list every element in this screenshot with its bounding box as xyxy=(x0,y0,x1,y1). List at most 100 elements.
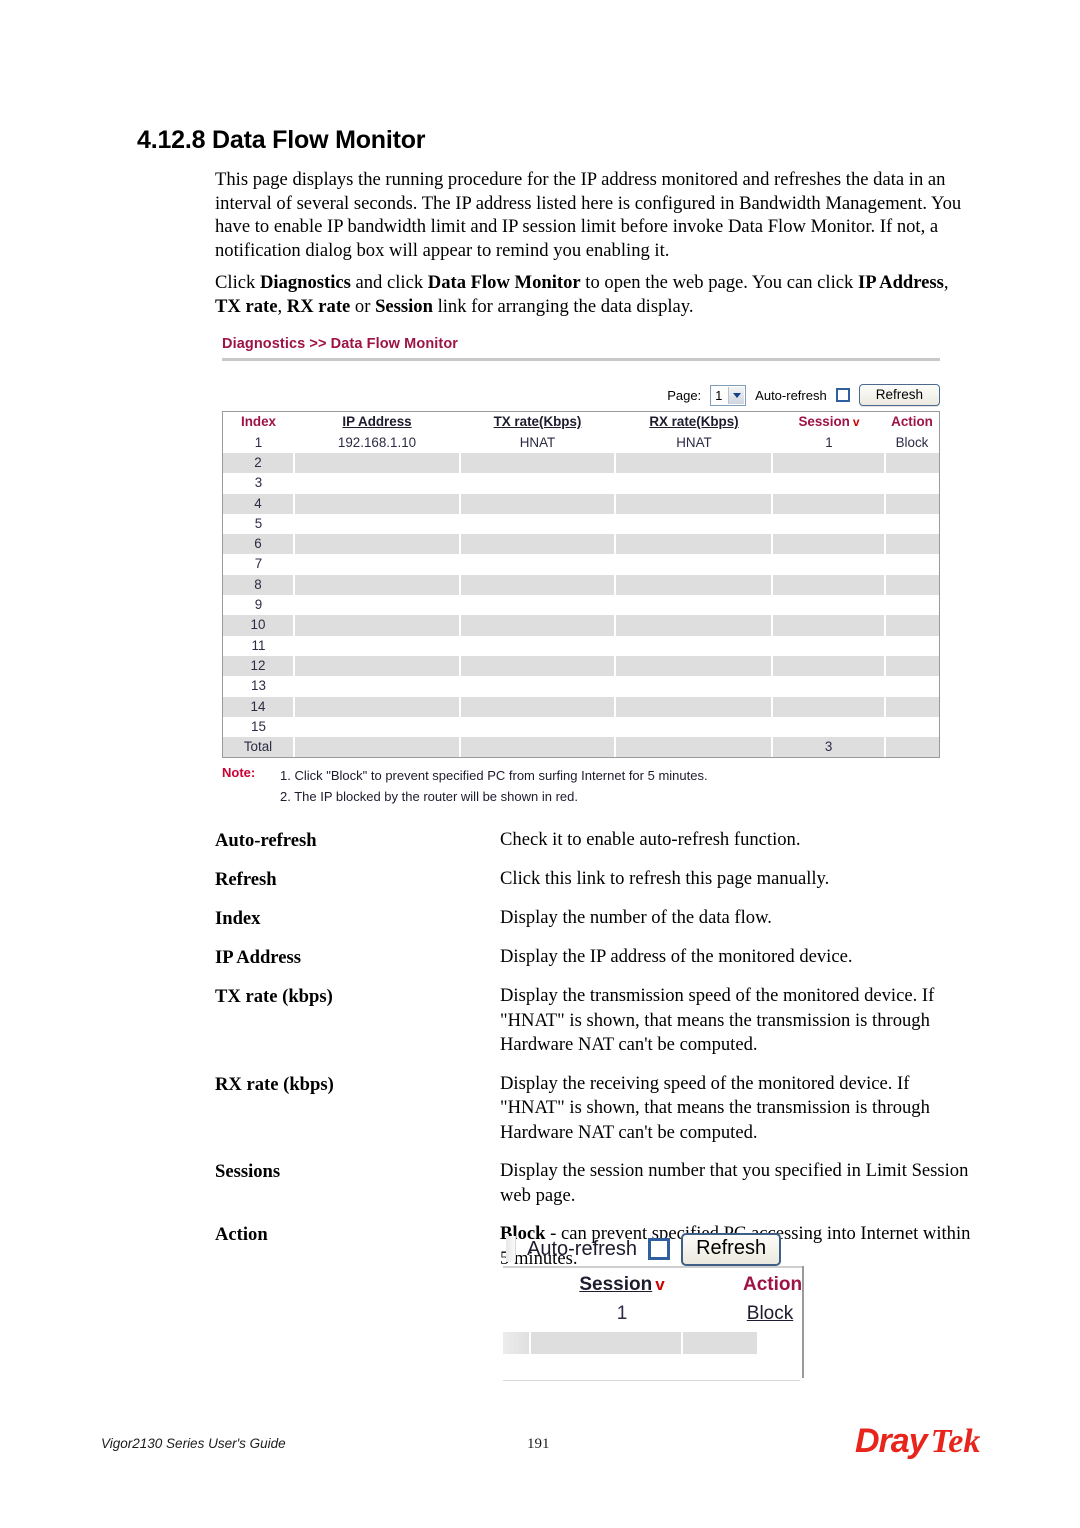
inset-auto-refresh-checkbox[interactable] xyxy=(648,1238,671,1260)
cell-action xyxy=(885,453,940,474)
total-rx xyxy=(615,737,772,758)
inset-col-header-action: Action xyxy=(743,1274,803,1295)
cell-index: 11 xyxy=(251,637,266,653)
inset-spacer xyxy=(503,1270,563,1300)
cell-index: 6 xyxy=(223,534,294,555)
cell-action xyxy=(885,534,940,555)
page-select[interactable]: 1 xyxy=(710,384,747,406)
cell-tx xyxy=(460,655,614,677)
cell-ip xyxy=(294,636,460,656)
definition-term: Index xyxy=(215,908,261,929)
cell-tx xyxy=(460,636,615,656)
cell-tx xyxy=(460,473,615,493)
cell-action xyxy=(885,655,940,677)
cell-rx xyxy=(615,473,773,493)
cell-ip xyxy=(294,676,460,696)
inset-page-select-edge xyxy=(506,1236,516,1262)
cell-rx xyxy=(615,554,773,574)
chevron-down-icon xyxy=(728,386,745,404)
table-header-row: Index IP Address TX rate(Kbps) RX rate(K… xyxy=(223,412,939,433)
cell-ip xyxy=(295,696,459,717)
cell-action xyxy=(885,493,940,514)
inset-refresh-button[interactable]: Refresh xyxy=(681,1232,782,1266)
cell-session xyxy=(773,574,884,596)
cell-index: 7 xyxy=(254,556,263,572)
inset-action-cell[interactable]: Block xyxy=(743,1300,797,1328)
inset-band-session xyxy=(531,1332,681,1354)
table-row: 14 xyxy=(223,696,940,717)
cell-index: 14 xyxy=(223,696,294,717)
definition-row: RX rate (kbps) Display the receiving spe… xyxy=(215,1072,975,1146)
cell-rx xyxy=(615,717,773,737)
instruction-paragraph: Click Diagnostics and click Data Flow Mo… xyxy=(215,272,949,317)
cell-tx xyxy=(460,493,614,514)
table-row: 8 xyxy=(223,574,940,596)
col-header-tx-rate[interactable]: TX rate(Kbps) xyxy=(460,412,615,433)
cell-action xyxy=(885,514,939,534)
cell-action[interactable]: Block xyxy=(885,433,939,453)
inset-col-header-session[interactable]: Session v xyxy=(563,1270,681,1300)
inset-right-border xyxy=(802,1266,804,1378)
cell-session xyxy=(773,717,885,737)
refresh-button[interactable]: Refresh xyxy=(858,384,940,406)
definition-row: Refresh Click this link to refresh this … xyxy=(215,867,975,892)
table-row: 1 192.168.1.10 HNAT HNAT 1 Block xyxy=(223,433,939,453)
cell-action xyxy=(885,615,940,636)
definition-description: Display the session number that you spec… xyxy=(500,1160,969,1206)
col-header-action: Action xyxy=(891,414,933,429)
zoomed-inset: Auto-refresh Refresh Session v Action 1 B… xyxy=(503,1232,804,1381)
inset-toolbar: Auto-refresh Refresh xyxy=(503,1232,803,1266)
definition-row: IP Address Display the IP address of the… xyxy=(215,945,975,970)
logo-tek: Tek xyxy=(930,1423,981,1460)
data-flow-table: Index IP Address TX rate(Kbps) RX rate(K… xyxy=(222,411,940,759)
definition-row: Sessions Display the session number that… xyxy=(215,1159,975,1208)
cell-action xyxy=(885,554,939,574)
table-row: 5 xyxy=(223,514,939,534)
intro-paragraph: This page displays the running procedure… xyxy=(215,169,962,261)
table-row: 2 xyxy=(223,453,940,474)
table-row: 6 xyxy=(223,534,940,555)
draytek-logo: Dray Tek xyxy=(855,1422,980,1461)
cell-rx xyxy=(615,615,772,636)
cell-session xyxy=(773,595,885,615)
inset-spacer-3 xyxy=(503,1300,563,1328)
block-link[interactable]: Block xyxy=(896,435,929,450)
col-header-session[interactable]: Session v xyxy=(773,412,885,433)
cell-tx xyxy=(460,534,614,555)
definition-description: Display the transmission speed of the mo… xyxy=(500,985,935,1055)
table-row: 13 xyxy=(223,676,939,696)
cell-ip xyxy=(295,615,459,636)
table-row: 4 xyxy=(223,493,940,514)
definition-description: Check it to enable auto-refresh function… xyxy=(500,829,801,850)
cell-index: 9 xyxy=(254,597,263,613)
definition-term: Auto-refresh xyxy=(215,830,317,851)
definition-description: Click this link to refresh this page man… xyxy=(500,868,830,889)
total-tx xyxy=(460,737,614,758)
sort-desc-icon: v xyxy=(852,415,860,429)
cell-rx xyxy=(615,574,772,596)
auto-refresh-checkbox[interactable] xyxy=(835,388,850,402)
cell-index: 2 xyxy=(223,453,294,474)
cell-ip xyxy=(294,595,460,615)
cell-action xyxy=(885,676,939,696)
page-select-value: 1 xyxy=(715,387,723,403)
cell-index: 4 xyxy=(223,493,294,514)
col-header-ip-address[interactable]: IP Address xyxy=(294,412,460,433)
col-header-index: Index xyxy=(241,414,276,429)
table-note: Note: 1. Click "Block" to prevent specif… xyxy=(222,765,942,807)
inset-shaded-row xyxy=(503,1332,803,1354)
table-row: 11 xyxy=(223,636,939,656)
cell-session xyxy=(773,493,884,514)
cell-session xyxy=(773,534,884,555)
cell-action xyxy=(885,717,939,737)
definition-row: Auto-refresh Check it to enable auto-ref… xyxy=(215,828,975,853)
col-header-rx-rate[interactable]: RX rate(Kbps) xyxy=(615,412,773,433)
table-row: 9 xyxy=(223,595,939,615)
auto-refresh-label: Auto-refresh xyxy=(755,387,827,403)
cell-tx xyxy=(460,696,614,717)
table-row: 3 xyxy=(223,473,939,493)
note-lines: 1. Click "Block" to prevent specified PC… xyxy=(280,765,708,807)
inset-divider xyxy=(503,1266,803,1268)
cell-session xyxy=(773,554,885,574)
definition-term: Action xyxy=(215,1224,268,1245)
